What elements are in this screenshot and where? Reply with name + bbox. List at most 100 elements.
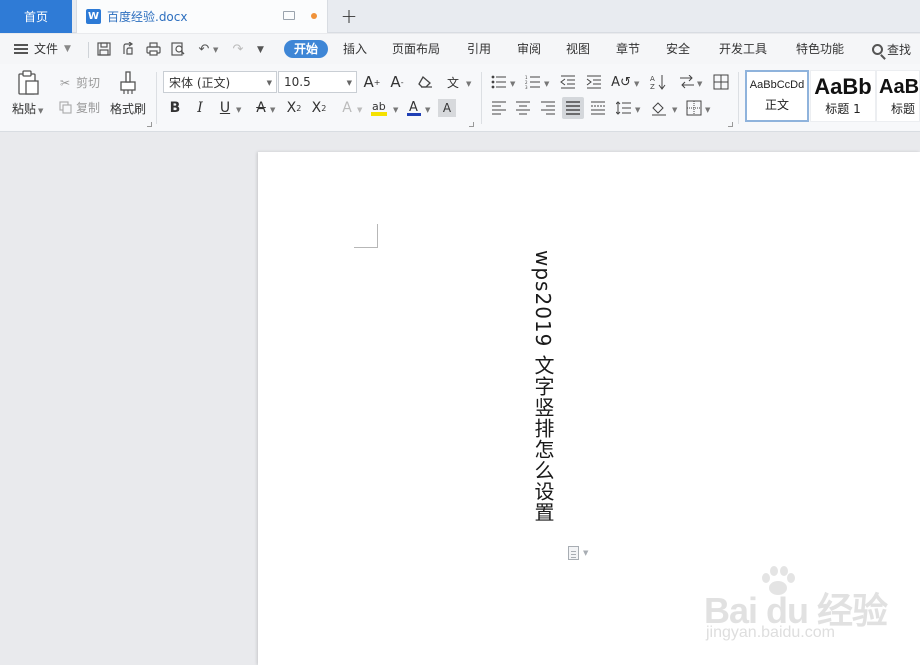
chevron-down-icon[interactable]: ▼: [236, 106, 241, 114]
svg-text:3: 3: [525, 85, 528, 89]
document-tab-title: 百度经验.docx: [107, 10, 188, 24]
text-direction-icon[interactable]: A↺: [610, 71, 632, 93]
chevron-down-icon[interactable]: ▼: [466, 80, 471, 88]
scissors-icon: ✂: [59, 75, 71, 90]
print-preview-icon[interactable]: [170, 41, 186, 57]
chevron-down-icon[interactable]: ▼: [393, 106, 398, 114]
export-icon[interactable]: [120, 41, 136, 57]
underline-icon[interactable]: U: [214, 97, 236, 119]
align-left-icon[interactable]: [488, 97, 510, 119]
paste-button[interactable]: 粘贴 ▼: [12, 70, 43, 117]
font-color-icon[interactable]: A: [403, 97, 425, 119]
chevron-down-icon[interactable]: ▼: [510, 80, 515, 88]
cut-button[interactable]: ✂ 剪切: [58, 74, 100, 91]
tab-security[interactable]: 安全: [666, 40, 690, 58]
unsaved-dot-icon: [311, 13, 317, 19]
copy-button[interactable]: 复制: [58, 99, 100, 116]
grow-font-icon[interactable]: A +: [361, 71, 383, 93]
sort-icon[interactable]: AZ: [647, 71, 669, 93]
font-name-select[interactable]: 宋体 (正文) ▼: [163, 71, 277, 93]
tab-document[interactable]: W 百度经验.docx: [76, 0, 328, 33]
highlight-icon[interactable]: ab: [369, 97, 391, 119]
shading-icon[interactable]: [648, 97, 670, 119]
chevron-down-icon[interactable]: ▼: [270, 106, 275, 114]
decrease-indent-icon[interactable]: [557, 71, 579, 93]
chevron-down-icon: ▼: [266, 79, 272, 87]
print-icon[interactable]: [145, 41, 161, 57]
distributed-align-icon[interactable]: [587, 97, 609, 119]
redo-icon[interactable]: ↷: [230, 41, 246, 57]
tab-special-features[interactable]: 特色功能: [796, 40, 844, 58]
borders-icon[interactable]: [683, 97, 705, 119]
paragraph-dialog-launcher[interactable]: [728, 122, 733, 127]
chevron-down-icon[interactable]: ▼: [634, 80, 639, 88]
chevron-down-icon[interactable]: ▼: [635, 106, 640, 114]
svg-text:A: A: [650, 75, 655, 83]
increase-indent-icon[interactable]: [583, 71, 605, 93]
separator: [88, 42, 89, 58]
font-dialog-launcher[interactable]: [469, 122, 474, 127]
style-label: 正文: [764, 98, 789, 112]
copy-label: 复制: [76, 101, 101, 115]
tab-home[interactable]: 首页: [0, 0, 72, 33]
paste-label: 粘贴 ▼: [12, 102, 44, 116]
format-painter-button[interactable]: 格式刷: [110, 70, 146, 117]
svg-text:Z: Z: [650, 83, 655, 90]
hamburger-icon: [14, 43, 28, 54]
tab-developer[interactable]: 开发工具: [719, 40, 767, 58]
search-button[interactable]: 查找: [872, 41, 911, 58]
justify-icon[interactable]: [562, 97, 584, 119]
undo-dropdown-icon[interactable]: ▼: [213, 46, 218, 54]
chevron-down-icon[interactable]: ▼: [357, 106, 362, 114]
save-icon[interactable]: [96, 41, 112, 57]
text-effects-icon[interactable]: A: [336, 97, 358, 119]
tab-references[interactable]: 引用: [467, 40, 491, 58]
line-spacing-toggle-icon[interactable]: [676, 71, 698, 93]
align-right-icon[interactable]: [537, 97, 559, 119]
style-preview: AaB: [879, 76, 920, 98]
strikethrough-icon[interactable]: A: [250, 97, 272, 119]
bold-icon[interactable]: B: [164, 97, 186, 119]
style-normal[interactable]: AaBbCcDd 正文: [745, 70, 809, 122]
tab-insert[interactable]: 插入: [343, 40, 367, 58]
clear-format-icon[interactable]: [414, 71, 436, 93]
file-menu-label: 文件: [34, 42, 59, 56]
watermark-url: jingyan.baidu.com: [706, 624, 835, 641]
font-size-value: 10.5: [284, 75, 311, 89]
line-spacing-icon[interactable]: [613, 97, 635, 119]
shrink-font-icon[interactable]: A-: [386, 71, 408, 93]
chevron-down-icon[interactable]: ▼: [697, 80, 702, 88]
style-heading-2[interactable]: AaB 标题 2: [876, 70, 920, 122]
numbered-list-icon[interactable]: 123: [522, 71, 544, 93]
tab-view[interactable]: 视图: [566, 40, 590, 58]
phonetic-guide-icon[interactable]: 文: [442, 71, 464, 93]
customize-toolbar-icon[interactable]: ▼: [257, 45, 264, 55]
copy-icon: [58, 101, 72, 115]
character-shading-icon[interactable]: A: [438, 99, 456, 117]
paragraph-options[interactable]: ▼: [568, 546, 588, 560]
chevron-down-icon[interactable]: ▼: [425, 106, 430, 114]
file-menu[interactable]: 文件 ▼: [14, 40, 71, 57]
chevron-down-icon[interactable]: ▼: [544, 80, 549, 88]
bullet-list-icon[interactable]: [488, 71, 510, 93]
vertical-text-paragraph[interactable]: wps2019 文字竖排怎么设置: [530, 250, 556, 523]
italic-icon[interactable]: I: [189, 97, 211, 119]
monitor-icon[interactable]: [283, 11, 295, 20]
clipboard-dialog-launcher[interactable]: [147, 122, 152, 127]
tab-home-ribbon[interactable]: 开始: [284, 40, 329, 58]
chevron-down-icon[interactable]: ▼: [705, 106, 710, 114]
style-heading-1[interactable]: AaBb 标题 1: [810, 70, 876, 122]
tab-page-layout[interactable]: 页面布局: [392, 40, 440, 58]
superscript-icon[interactable]: X2: [283, 97, 305, 119]
font-size-select[interactable]: 10.5 ▼: [278, 71, 357, 93]
undo-icon[interactable]: ↶: [196, 41, 212, 57]
tab-chapter[interactable]: 章节: [616, 40, 640, 58]
format-painter-label: 格式刷: [110, 102, 147, 116]
subscript-icon[interactable]: X2: [308, 97, 330, 119]
table-layout-icon[interactable]: [710, 71, 732, 93]
new-tab-button[interactable]: +: [338, 4, 360, 28]
separator: [738, 72, 739, 124]
align-center-icon[interactable]: [512, 97, 534, 119]
tab-review[interactable]: 审阅: [517, 40, 541, 58]
chevron-down-icon[interactable]: ▼: [672, 106, 677, 114]
